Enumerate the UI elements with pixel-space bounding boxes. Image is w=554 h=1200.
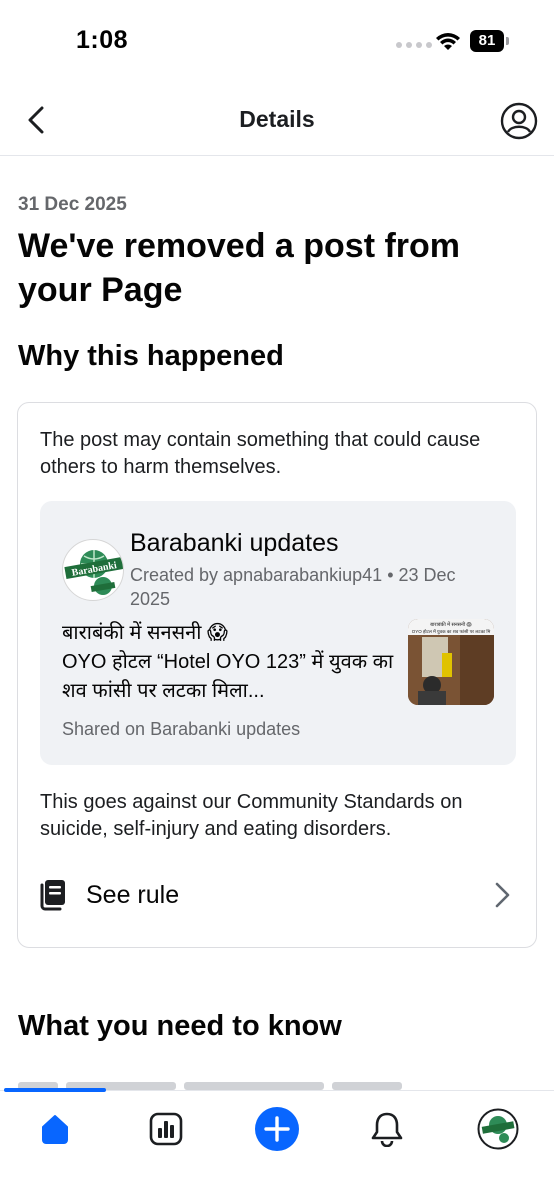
tab-page-profile[interactable] <box>470 1103 526 1155</box>
post-body-line-2: OYO होटल “Hotel OYO 123” में युवक का शव … <box>62 651 394 702</box>
active-tab-indicator <box>4 1088 106 1092</box>
status-bar: 1:08 81 <box>0 0 554 84</box>
tab-create[interactable] <box>249 1103 305 1155</box>
wifi-icon <box>436 33 460 50</box>
know-heading: What you need to know <box>18 1010 342 1042</box>
removed-post-preview: Barabanki Barabanki updates Created by a… <box>40 501 516 765</box>
cellular-signal-icon <box>396 42 432 48</box>
reason-text: The post may contain something that coul… <box>40 429 481 478</box>
post-meta: Created by apnabarabankiup41 • 23 Dec 20… <box>130 565 456 609</box>
svg-text:OYO होटल में युवक का शव फांसी: OYO होटल में युवक का शव फांसी पर लटका मि <box>412 628 491 635</box>
post-thumbnail: बाराबंकी में सनसनी 😱 OYO होटल में युवक क… <box>408 619 494 705</box>
tab-home[interactable] <box>27 1103 83 1155</box>
battery-level: 81 <box>470 30 504 52</box>
insights-icon <box>149 1112 183 1146</box>
top-header: Details <box>0 84 554 156</box>
post-body: बाराबंकी में सनसनी 😱 OYO होटल “Hotel OYO… <box>62 619 412 706</box>
reason-card: The post may contain something that coul… <box>17 402 537 948</box>
post-body-line-1: बाराबंकी में सनसनी 😱 <box>62 622 228 644</box>
svg-text:बाराबंकी में सनसनी 😱: बाराबंकी में सनसनी 😱 <box>430 621 472 628</box>
page-title: Details <box>239 106 315 132</box>
standards-text: This goes against our Community Standard… <box>40 791 463 840</box>
post-shared-on: Shared on Barabanki updates <box>62 719 301 739</box>
see-rule-button[interactable]: See rule <box>18 859 536 929</box>
tab-insights[interactable] <box>138 1103 194 1155</box>
page-avatar-icon <box>477 1108 519 1150</box>
bottom-tab-bar <box>0 1088 554 1200</box>
chevron-right-icon <box>495 882 510 908</box>
post-page-name: Barabanki updates <box>130 529 339 557</box>
notice-title: We've removed a post from your Page <box>18 227 461 309</box>
notifications-icon <box>371 1112 403 1147</box>
tab-notifications[interactable] <box>359 1103 415 1155</box>
battery-icon: 81 <box>470 30 510 52</box>
profile-icon[interactable] <box>500 102 538 140</box>
see-rule-label: See rule <box>86 881 180 909</box>
rulebook-icon <box>40 880 65 911</box>
status-time: 1:08 <box>76 26 129 54</box>
home-icon <box>42 1115 68 1144</box>
page-logo-icon: Barabanki <box>64 550 123 595</box>
why-heading: Why this happened <box>18 340 284 372</box>
create-icon <box>255 1107 299 1151</box>
page-avatar: Barabanki <box>62 539 124 601</box>
notice-date: 31 Dec 2025 <box>18 194 127 215</box>
